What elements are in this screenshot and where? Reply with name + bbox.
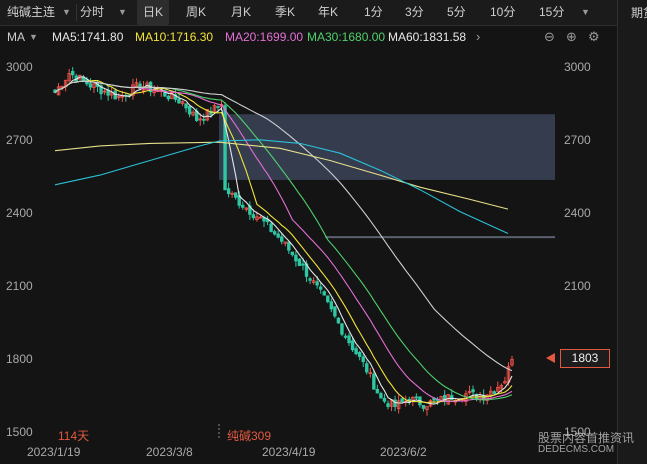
candle [269, 223, 273, 232]
candle [216, 106, 220, 108]
candle [386, 403, 390, 407]
candle [202, 118, 206, 121]
candle [354, 348, 358, 355]
y-tick-label: 3000 [6, 60, 33, 74]
candle [382, 397, 387, 402]
y-tick-label: 3000 [564, 60, 591, 74]
candle [393, 399, 397, 408]
candle [315, 281, 319, 286]
candle [241, 204, 245, 208]
candle [357, 351, 362, 357]
candle [450, 395, 454, 401]
y-tick-label: 1500 [6, 425, 33, 439]
candle [88, 83, 93, 88]
x-tick-label: 2023/1/19 [27, 445, 81, 459]
x-tick-label: 2023/6/2 [380, 445, 427, 459]
candle [71, 70, 75, 76]
y-tick-label: 2400 [564, 206, 591, 220]
candle [308, 278, 312, 281]
x-tick-label: 2023/3/8 [146, 445, 193, 459]
y-tick-label: 2400 [6, 206, 33, 220]
candle [287, 241, 291, 251]
candle [294, 254, 298, 262]
candle [421, 405, 426, 409]
y-tick-label: 2700 [6, 133, 33, 147]
candle [340, 323, 344, 335]
kline-chart[interactable] [0, 0, 647, 464]
candle [326, 295, 330, 303]
candle [372, 373, 376, 390]
candle [301, 263, 305, 266]
y-tick-label: 1800 [6, 352, 33, 366]
candle [333, 306, 337, 317]
x-tick-label: 2023/4/19 [262, 445, 316, 459]
y-tick-label: 2100 [564, 279, 591, 293]
candle [379, 393, 383, 399]
y-tick-label: 2100 [6, 279, 33, 293]
candle [375, 388, 380, 394]
last-price-tag: 1803 [560, 349, 610, 368]
candle [184, 103, 188, 109]
candle [365, 363, 369, 373]
candle [280, 236, 284, 242]
candle [322, 291, 326, 296]
candle [414, 396, 419, 399]
price-pointer-icon [546, 353, 555, 363]
candle [347, 335, 351, 344]
candle [166, 95, 171, 100]
candle [276, 233, 280, 238]
candle [329, 301, 334, 310]
candle [233, 192, 238, 198]
candle [471, 389, 475, 393]
candle [297, 258, 302, 267]
candle [272, 231, 277, 235]
y-tick-label: 2700 [564, 133, 591, 147]
candle [226, 188, 231, 195]
contract-switch-label: 纯碱309 [227, 429, 272, 443]
candle [492, 391, 496, 394]
candle [251, 214, 256, 218]
candle [187, 105, 192, 115]
candle [361, 356, 365, 363]
candle [318, 286, 323, 290]
candle [343, 335, 348, 338]
candle [290, 251, 295, 256]
range-days-label: 114天 [58, 429, 90, 443]
candle [350, 340, 355, 351]
candle [177, 98, 181, 104]
watermark-url: DEDECMS.COM [538, 444, 615, 455]
candle [336, 317, 341, 324]
candle [400, 398, 404, 403]
